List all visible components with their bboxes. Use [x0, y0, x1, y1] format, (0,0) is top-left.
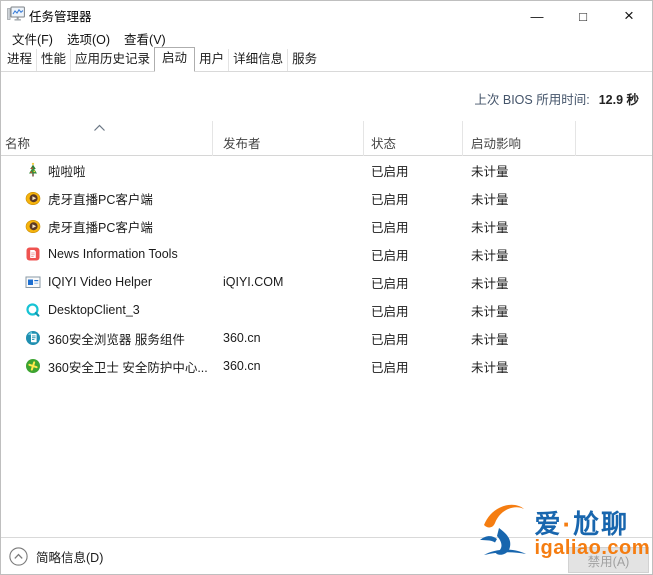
menu-file[interactable]: 文件(F): [5, 27, 60, 50]
column-header-status[interactable]: 状态: [364, 121, 463, 156]
huya-icon: [25, 192, 41, 205]
table-row[interactable]: 虎牙直播PC客户端 已启用 未计量: [1, 212, 652, 240]
details-toggle[interactable]: 简略信息(D): [9, 547, 103, 566]
column-header-blank: [576, 121, 652, 156]
table-row[interactable]: IQIYI Video Helper iQIYI.COM 已启用 未计量: [1, 268, 652, 296]
watermark-domain: igaliao.com: [534, 537, 650, 559]
window-title: 任务管理器: [29, 10, 92, 24]
column-header-impact[interactable]: 启动影响: [463, 121, 576, 156]
tab-performance[interactable]: 性能: [36, 49, 70, 71]
menu-options[interactable]: 选项(O): [60, 27, 117, 50]
news-tools-icon: [26, 247, 40, 261]
tab-startup[interactable]: 启动: [154, 47, 196, 72]
desktop-client-icon: [26, 303, 40, 317]
watermark-brand: 爱·尬聊: [534, 509, 630, 539]
details-label: 简略信息(D): [36, 551, 104, 565]
table-row[interactable]: 啦啦啦 已启用 未计量: [1, 156, 652, 184]
tab-app-history[interactable]: 应用历史记录: [70, 49, 154, 71]
table-row[interactable]: 虎牙直播PC客户端 已启用 未计量: [1, 184, 652, 212]
tab-bar: 进程 性能 应用历史记录 启动 用户 详细信息 服务: [1, 47, 652, 72]
tab-services[interactable]: 服务: [287, 49, 321, 71]
360-safe-icon: [26, 359, 40, 373]
table-row[interactable]: 360安全卫士 安全防护中心... 360.cn 已启用 未计量: [1, 352, 652, 380]
menubar: 文件(F) 选项(O) 查看(V): [1, 27, 652, 49]
tab-users[interactable]: 用户: [195, 49, 228, 71]
column-header-publisher[interactable]: 发布者: [213, 121, 364, 156]
runner-logo-icon: [480, 504, 527, 555]
table-row[interactable]: News Information Tools 已启用 未计量: [1, 240, 652, 268]
iqiyi-video-icon: [25, 276, 41, 288]
sort-ascending-icon: [94, 124, 105, 131]
bios-time-value: 12.9 秒: [598, 93, 639, 107]
bios-time-label: 上次 BIOS 所用时间:: [474, 93, 590, 107]
table-row[interactable]: DesktopClient_3 已启用 未计量: [1, 296, 652, 324]
table-row[interactable]: 360安全浏览器 服务组件 360.cn 已启用 未计量: [1, 324, 652, 352]
watermark: 爱·尬聊 igaliao.com: [478, 495, 650, 559]
task-manager-icon: [7, 6, 25, 21]
tab-processes[interactable]: 进程: [3, 49, 36, 71]
christmas-tree-icon: [29, 162, 37, 177]
task-manager-window: 任务管理器 — □ × 文件(F) 选项(O) 查看(V) 进程 性能 应用历史…: [0, 0, 653, 575]
watermark-text: 爱·尬聊 igaliao.com: [534, 510, 650, 559]
column-header-name[interactable]: 名称: [1, 121, 213, 156]
tab-details[interactable]: 详细信息: [228, 49, 287, 71]
bios-time: 上次 BIOS 所用时间: 12.9 秒: [474, 89, 639, 108]
chevron-up-circle-icon: [9, 547, 28, 566]
table-header: 名称 发布者 状态 启动影响: [1, 121, 652, 156]
huya-icon: [25, 220, 41, 233]
360-browser-icon: [26, 331, 40, 345]
startup-list: 啦啦啦 已启用 未计量 虎牙直播PC客户端 已启用 未计量 虎牙直播PC客户端 …: [1, 156, 652, 380]
